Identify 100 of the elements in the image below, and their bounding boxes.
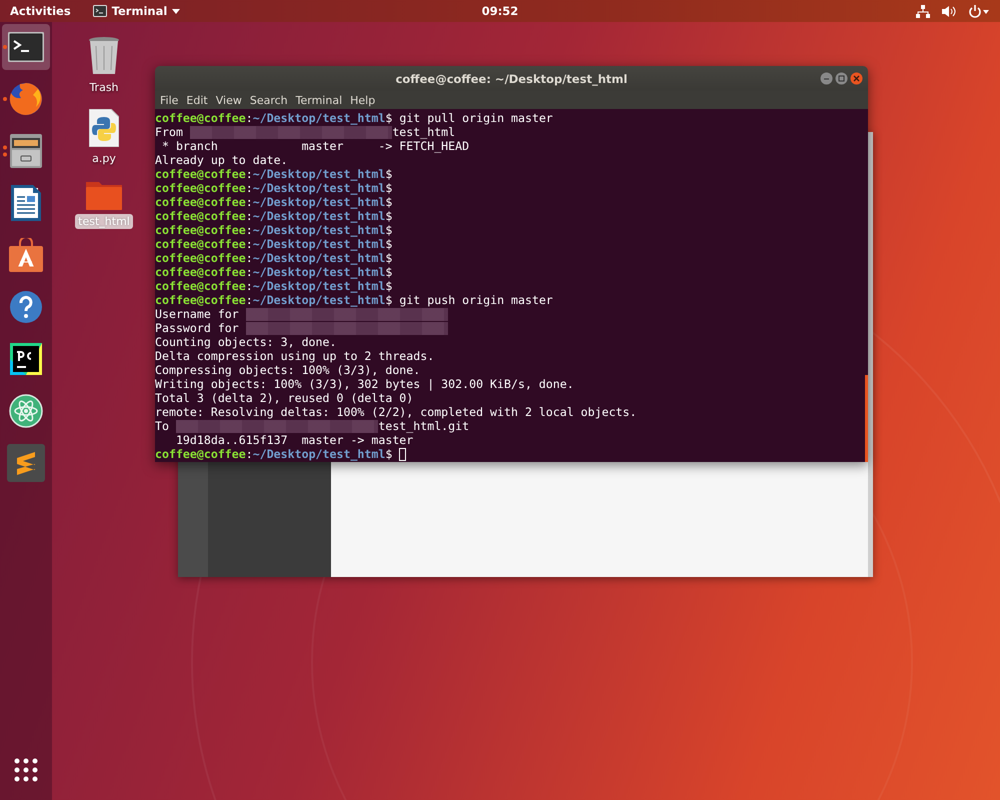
maximize-button[interactable] xyxy=(835,72,848,85)
output-text: Compressing objects: 100% (3/3), done. xyxy=(155,363,420,377)
scrollbar[interactable] xyxy=(865,375,868,462)
prompt-path: ~/Desktop/test_html xyxy=(252,265,386,279)
prompt-separator: : xyxy=(246,447,253,461)
prompt-sign: $ xyxy=(385,167,392,181)
prompt-user: coffee@coffee xyxy=(155,237,246,251)
prompt-user: coffee@coffee xyxy=(155,447,246,461)
help-icon xyxy=(9,290,43,324)
prompt-sign: $ xyxy=(385,279,392,293)
prompt-user: coffee@coffee xyxy=(155,279,246,293)
output-text: Password for xyxy=(155,321,240,335)
prompt-sign: $ xyxy=(385,223,392,237)
prompt-path: ~/Desktop/test_html xyxy=(252,293,386,307)
command-text: git pull origin master xyxy=(399,111,553,125)
prompt-separator: : xyxy=(246,181,253,195)
prompt-sign: $ xyxy=(385,195,392,209)
prompt-sign: $ xyxy=(385,209,392,223)
menu-item[interactable]: Edit xyxy=(186,94,208,106)
file-cabinet-icon xyxy=(10,134,42,168)
menu-item[interactable]: View xyxy=(216,94,242,106)
output-text: remote: Resolving deltas: 100% (2/2), completed with 2 local objects. xyxy=(155,405,637,419)
python-file-icon[interactable] xyxy=(89,109,119,147)
prompt-sign: $ xyxy=(385,265,392,279)
power-icon[interactable] xyxy=(968,4,990,18)
prompt-separator: : xyxy=(246,223,253,237)
prompt-path: ~/Desktop/test_html xyxy=(252,279,386,293)
close-button[interactable] xyxy=(850,72,863,85)
browser-icon xyxy=(8,81,44,117)
shopping-bag-icon xyxy=(9,238,43,272)
clock[interactable]: 09:52 xyxy=(482,4,518,18)
prompt-path: ~/Desktop/test_html xyxy=(252,181,386,195)
terminal-icon xyxy=(92,5,107,17)
prompt-user: coffee@coffee xyxy=(155,265,246,279)
app-menu[interactable]: Terminal xyxy=(92,4,180,18)
menu-item[interactable]: Terminal xyxy=(296,94,342,106)
output-text: * branch master -> FETCH_HEAD xyxy=(160,139,470,153)
menu-item[interactable]: File xyxy=(160,94,178,106)
prompt-separator: : xyxy=(246,265,253,279)
caret-icon xyxy=(172,8,180,14)
prompt-user: coffee@coffee xyxy=(155,223,246,237)
prompt-user: coffee@coffee xyxy=(155,111,246,125)
prompt-separator: : xyxy=(246,251,253,265)
terminal-icon xyxy=(8,32,44,62)
network-icon[interactable] xyxy=(916,4,930,18)
output-text: Already up to date. xyxy=(155,153,288,167)
output-text: To xyxy=(155,419,170,433)
prompt-separator: : xyxy=(246,195,253,209)
prompt-sign: $ xyxy=(385,447,392,461)
prompt-path: ~/Desktop/test_html xyxy=(252,167,386,181)
prompt-path: ~/Desktop/test_html xyxy=(252,209,386,223)
menu-item[interactable]: Search xyxy=(250,94,288,106)
prompt-user: coffee@coffee xyxy=(155,209,246,223)
ide-icon xyxy=(10,343,42,375)
prompt-separator: : xyxy=(246,167,253,181)
prompt-sign: $ xyxy=(385,293,392,307)
output-text: Delta compression using up to 2 threads. xyxy=(155,349,434,363)
prompt-user: coffee@coffee xyxy=(155,195,246,209)
volume-icon[interactable] xyxy=(942,4,956,18)
show-applications-icon[interactable] xyxy=(14,758,38,782)
trash-icon[interactable] xyxy=(88,36,120,76)
output-text: From xyxy=(155,125,184,139)
prompt-sign: $ xyxy=(385,251,392,265)
dock-item[interactable] xyxy=(2,24,50,70)
minimize-button[interactable] xyxy=(820,72,833,85)
menu-item[interactable]: Help xyxy=(350,94,376,106)
prompt-sign: $ xyxy=(385,111,392,125)
output-text: Username for xyxy=(155,307,240,321)
output-text: test_html xyxy=(392,125,456,139)
prompt-user: coffee@coffee xyxy=(155,181,246,195)
desktop-icon-label[interactable]: Trash xyxy=(86,80,122,95)
command-text: git push origin master xyxy=(399,293,553,307)
prompt-separator: : xyxy=(246,279,253,293)
output-text: 19d18da..615f137 master -> master xyxy=(174,433,414,447)
prompt-path: ~/Desktop/test_html xyxy=(252,251,386,265)
prompt-path: ~/Desktop/test_html xyxy=(252,195,386,209)
folder-icon[interactable] xyxy=(86,180,122,210)
document-icon xyxy=(11,185,41,221)
prompt-user: coffee@coffee xyxy=(155,293,246,307)
prompt-separator: : xyxy=(246,237,253,251)
prompt-separator: : xyxy=(246,111,253,125)
prompt-sign: $ xyxy=(385,181,392,195)
prompt-user: coffee@coffee xyxy=(155,251,246,265)
text-editor-icon xyxy=(7,444,45,482)
prompt-user: coffee@coffee xyxy=(155,167,246,181)
activities-button[interactable]: Activities xyxy=(10,4,71,18)
output-text: Total 3 (delta 2), reused 0 (delta 0) xyxy=(155,391,414,405)
prompt-sign: $ xyxy=(385,237,392,251)
prompt-separator: : xyxy=(246,293,253,307)
prompt-path: ~/Desktop/test_html xyxy=(252,237,386,251)
output-text: Writing objects: 100% (3/3), 302 bytes | 302.00 KiB/s, done. xyxy=(155,377,574,391)
prompt-path: ~/Desktop/test_html xyxy=(252,447,386,461)
prompt-separator: : xyxy=(246,209,253,223)
window-title: coffee@coffee: ~/Desktop/test_html xyxy=(396,72,628,86)
prompt-path: ~/Desktop/test_html xyxy=(252,223,386,237)
output-text: Counting objects: 3, done. xyxy=(155,335,336,349)
atom-icon xyxy=(9,394,43,428)
desktop-icon-label[interactable]: a.py xyxy=(89,151,119,166)
output-text: test_html.git xyxy=(378,419,470,433)
prompt-path: ~/Desktop/test_html xyxy=(252,111,386,125)
